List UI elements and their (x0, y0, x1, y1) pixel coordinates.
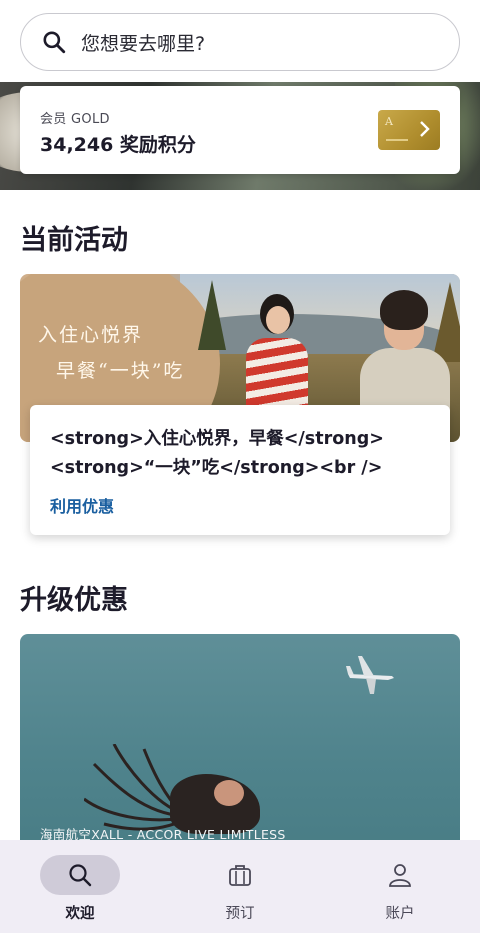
person-icon (389, 864, 411, 887)
accor-logo: A (385, 115, 393, 128)
nav-label-booking: 预订 (225, 906, 255, 922)
nav-label-account: 账户 (385, 906, 415, 922)
search-icon (69, 864, 92, 887)
reward-points: 34,246 奖励积分 (40, 134, 196, 156)
promo-card-title: <strong>入住心悦界，早餐</strong><strong>“一块”吃</… (50, 429, 384, 478)
nav-item-account[interactable]: 账户 (320, 840, 480, 933)
bottom-navigation: 欢迎 预订 账户 (0, 840, 480, 933)
nav-item-booking[interactable]: 预订 (160, 840, 320, 933)
member-status-card[interactable]: 会员 GOLD 34,246 奖励积分 A (20, 86, 460, 174)
promo-image-text-line2: 早餐“一块”吃 (56, 360, 185, 382)
nav-item-welcome[interactable]: 欢迎 (0, 840, 160, 933)
airplane-icon (346, 656, 394, 694)
section-title-upgrades: 升级优惠 (20, 585, 128, 616)
search-icon (43, 31, 66, 54)
promo-image-text-line1: 入住心悦界 (38, 324, 144, 346)
search-placeholder: 您想要去哪里? (81, 32, 206, 55)
promo-card[interactable]: <strong>入住心悦界，早餐</strong><strong>“一块”吃</… (30, 405, 450, 535)
suitcase-icon (229, 865, 251, 886)
section-title-current-activities: 当前活动 (20, 225, 128, 256)
search-bar[interactable]: 您想要去哪里? (20, 13, 460, 71)
member-tier: 会员 GOLD (40, 112, 110, 127)
chevron-right-icon (420, 121, 430, 137)
use-offer-link[interactable]: 利用优惠 (50, 493, 114, 517)
gold-membership-card[interactable]: A (378, 110, 440, 150)
nav-label-welcome: 欢迎 (65, 906, 95, 922)
search-header: 您想要去哪里? (0, 0, 480, 82)
